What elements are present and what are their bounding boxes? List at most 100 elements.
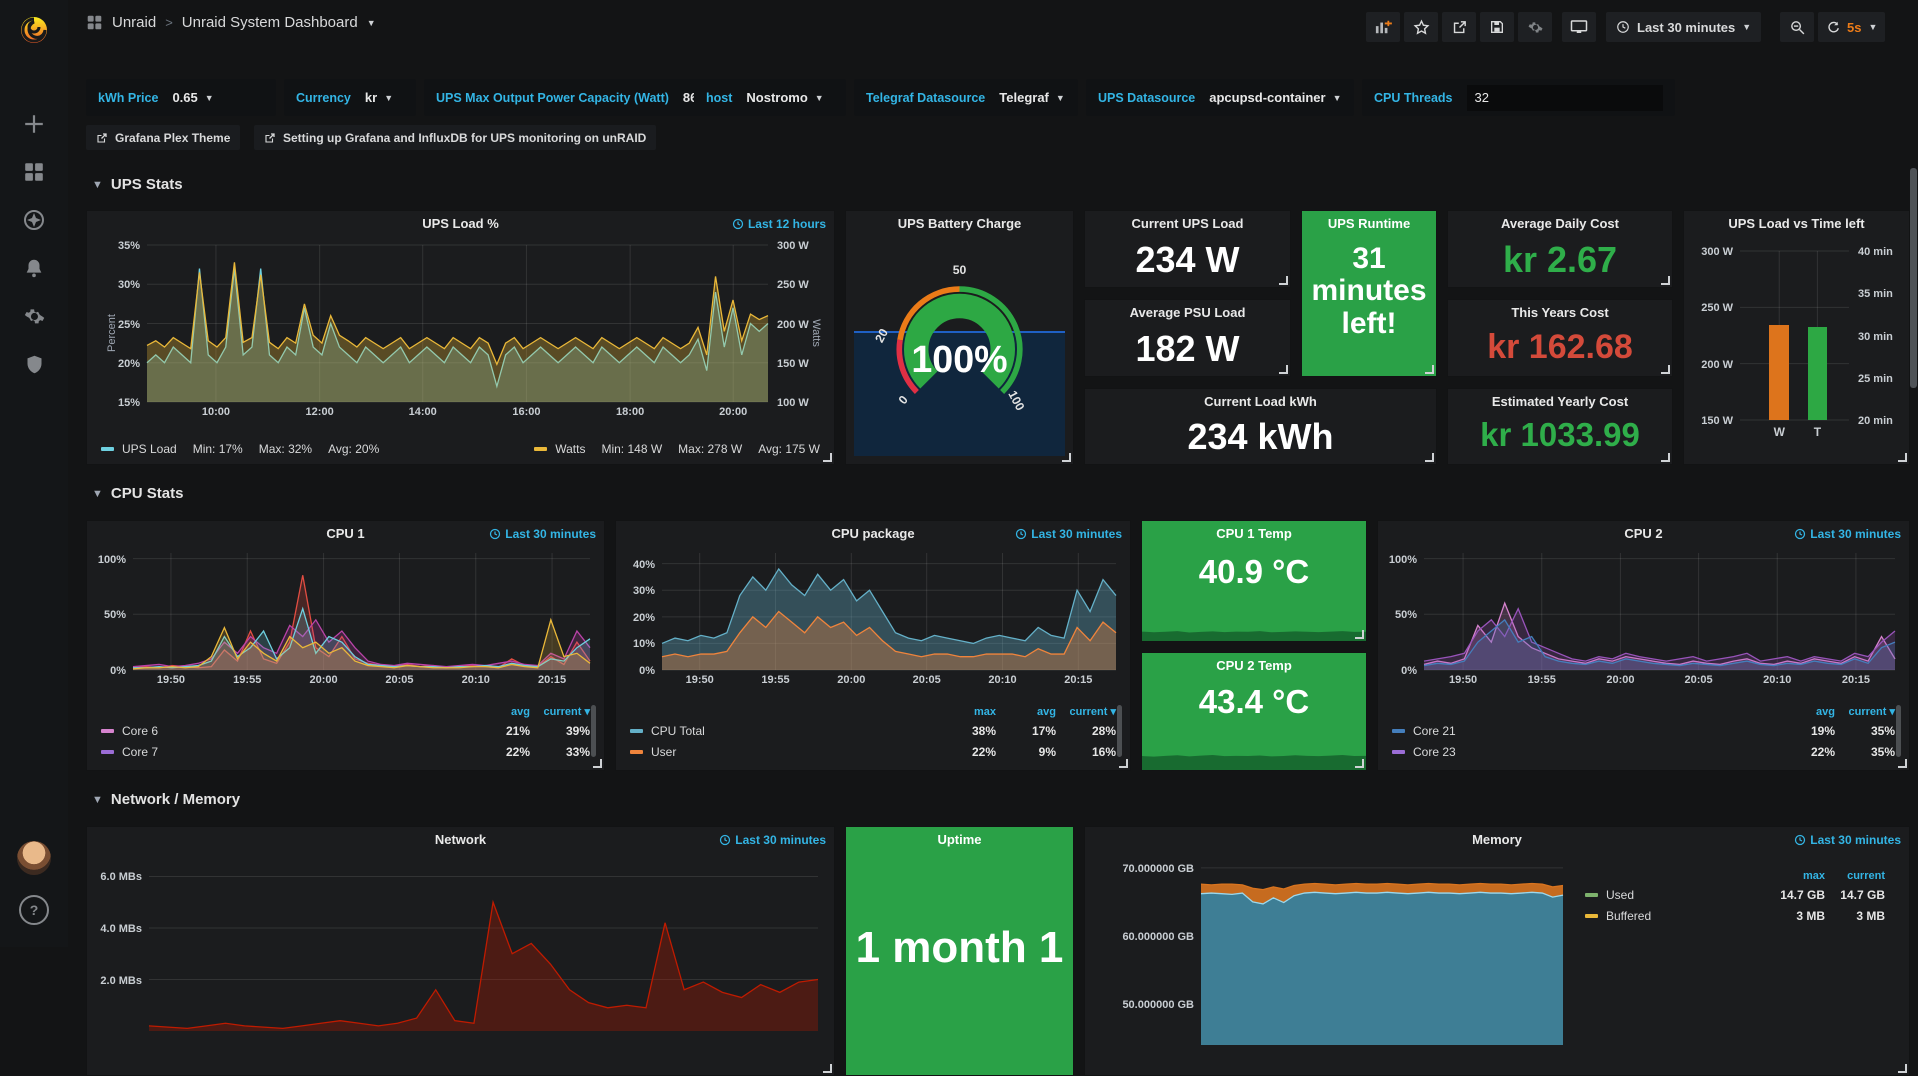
panel-resize-handle[interactable] — [1661, 453, 1670, 462]
variable-ups-max-output-power-capacity-watt-[interactable]: UPS Max Output Power Capacity (Watt)865▼ — [424, 79, 733, 116]
dashboards-icon[interactable] — [0, 152, 68, 192]
legend-header-avg[interactable]: avg — [996, 706, 1056, 718]
network-chart[interactable]: 2.0 MBs4.0 MBs6.0 MBs — [149, 861, 818, 1031]
panel-title[interactable]: Uptime — [846, 832, 1073, 847]
help-icon[interactable]: ? — [0, 890, 68, 930]
section-cpu-stats[interactable]: ▼CPU Stats — [92, 485, 183, 502]
legend-header-current[interactable]: current — [1825, 870, 1885, 882]
panel-resize-handle[interactable] — [1119, 759, 1128, 768]
server-admin-shield-icon[interactable] — [0, 344, 68, 384]
variable-ups-datasource[interactable]: UPS Datasourceapcupsd-container▼ — [1086, 79, 1354, 116]
legend-header-max[interactable]: max — [1765, 870, 1825, 882]
panel-time-range[interactable]: Last 12 hours — [732, 217, 826, 231]
grafana-logo-icon[interactable] — [0, 8, 68, 52]
ups-load-chart[interactable]: 15%20%25%30%35%100 W150 W200 W250 W300 W… — [147, 245, 768, 402]
panel-resize-handle[interactable] — [1355, 759, 1364, 768]
legend-header-avg[interactable]: avg — [1775, 706, 1835, 718]
variable-value[interactable]: kr▼ — [365, 90, 393, 105]
panel-title[interactable]: UPS Load % — [87, 216, 834, 231]
legend-item[interactable]: User22%9%16% — [630, 741, 1116, 762]
legend-item[interactable]: Core 2322%35% — [1392, 741, 1895, 762]
variable-value[interactable]: Telegraf▼ — [999, 90, 1065, 105]
panel-resize-handle[interactable] — [1661, 365, 1670, 374]
legend-header-avg[interactable]: avg — [470, 706, 530, 718]
time-range-picker[interactable]: Last 30 minutes ▼ — [1606, 12, 1761, 42]
legend-item[interactable]: Core 621%39% — [101, 720, 590, 741]
variable-host[interactable]: hostNostromo▼ — [694, 79, 846, 116]
panel-resize-handle[interactable] — [1898, 1064, 1907, 1073]
panel-title[interactable]: Current Load kWh — [1085, 394, 1436, 409]
legend-header-current[interactable]: current ▾ — [1056, 705, 1116, 718]
cycle-view-monitor-button[interactable] — [1562, 12, 1596, 42]
panel-time-range[interactable]: Last 30 minutes — [1794, 833, 1901, 847]
save-button[interactable] — [1480, 12, 1514, 42]
dashboard-link[interactable]: Setting up Grafana and InfluxDB for UPS … — [254, 125, 656, 150]
panel-resize-handle[interactable] — [1355, 630, 1364, 639]
panel-resize-handle[interactable] — [823, 453, 832, 462]
legend-scrollbar[interactable] — [591, 705, 596, 757]
section-ups-stats[interactable]: ▼UPS Stats — [92, 176, 183, 193]
panel-resize-handle[interactable] — [593, 759, 602, 768]
variable-value[interactable]: apcupsd-container▼ — [1209, 90, 1341, 105]
page-scrollbar[interactable] — [1910, 168, 1917, 388]
panel-resize-handle[interactable] — [1898, 759, 1907, 768]
panel-title[interactable]: This Years Cost — [1448, 305, 1672, 320]
panel-time-range[interactable]: Last 30 minutes — [719, 833, 826, 847]
dashboard-link[interactable]: Grafana Plex Theme — [86, 125, 240, 150]
panel-title[interactable]: CPU 2 Temp — [1142, 658, 1366, 673]
alerting-bell-icon[interactable] — [0, 248, 68, 288]
panel-title[interactable]: Average Daily Cost — [1448, 216, 1672, 231]
star-button[interactable] — [1404, 12, 1438, 42]
explore-compass-icon[interactable] — [0, 200, 68, 240]
legend-item[interactable]: WattsMin: 148 WMax: 278 WAvg: 175 W — [534, 442, 820, 456]
cpu-package-chart[interactable]: 0%10%20%30%40%19:5019:5520:0020:0520:102… — [662, 553, 1116, 670]
cpu2-chart[interactable]: 0%50%100%19:5019:5520:0020:0520:1020:15 — [1424, 553, 1895, 670]
configuration-gear-icon[interactable] — [0, 296, 68, 336]
panel-title[interactable]: Average PSU Load — [1085, 305, 1290, 320]
panel-resize-handle[interactable] — [1425, 365, 1434, 374]
share-button[interactable] — [1442, 12, 1476, 42]
legend-header-current[interactable]: current ▾ — [530, 705, 590, 718]
panel-title[interactable]: UPS Runtime — [1302, 216, 1436, 231]
panel-time-range[interactable]: Last 30 minutes — [1015, 527, 1122, 541]
legend-item[interactable]: Used14.7 GB14.7 GB — [1585, 884, 1885, 905]
cpu1-chart[interactable]: 0%50%100%19:5019:5520:0020:0520:1020:15 — [133, 553, 590, 670]
legend-header-current[interactable]: current ▾ — [1835, 705, 1895, 718]
settings-gear-button[interactable] — [1518, 12, 1552, 42]
breadcrumb-folder[interactable]: Unraid — [112, 14, 156, 31]
variable-value[interactable]: 0.65▼ — [172, 90, 213, 105]
legend-scrollbar[interactable] — [1117, 705, 1122, 757]
panel-title[interactable]: Memory — [1085, 832, 1909, 847]
zoom-out-button[interactable] — [1780, 12, 1814, 42]
memory-chart[interactable]: 50.000000 GB60.000000 GB70.000000 GB — [1201, 861, 1563, 1045]
dashboard-dropdown-caret[interactable]: ▼ — [367, 18, 376, 28]
panel-title[interactable]: UPS Battery Charge — [846, 216, 1073, 231]
panel-title[interactable]: Current UPS Load — [1085, 216, 1290, 231]
variable-value[interactable]: Nostromo▼ — [746, 90, 823, 105]
variable-currency[interactable]: Currencykr▼ — [284, 79, 416, 116]
legend-scrollbar[interactable] — [1896, 705, 1901, 757]
legend-header-max[interactable]: max — [936, 706, 996, 718]
panel-time-range[interactable]: Last 30 minutes — [1794, 527, 1901, 541]
panel-resize-handle[interactable] — [1898, 453, 1907, 462]
panel-resize-handle[interactable] — [1661, 276, 1670, 285]
legend-item[interactable]: UPS LoadMin: 17%Max: 32%Avg: 20% — [101, 442, 379, 456]
panel-resize-handle[interactable] — [1279, 365, 1288, 374]
refresh-picker[interactable]: 5s ▼ — [1818, 12, 1885, 42]
variable-telegraf-datasource[interactable]: Telegraf DatasourceTelegraf▼ — [854, 79, 1078, 116]
variable-cpu-threads[interactable]: CPU Threads — [1362, 79, 1675, 116]
variable-kwh-price[interactable]: kWh Price0.65▼ — [86, 79, 276, 116]
user-avatar[interactable] — [0, 838, 68, 878]
page-title[interactable]: Unraid System Dashboard — [182, 14, 358, 31]
panel-title[interactable]: CPU 1 Temp — [1142, 526, 1366, 541]
panel-resize-handle[interactable] — [1279, 276, 1288, 285]
panel-resize-handle[interactable] — [1062, 453, 1071, 462]
panel-title[interactable]: Estimated Yearly Cost — [1448, 394, 1672, 409]
legend-item[interactable]: Core 2119%35% — [1392, 720, 1895, 741]
add-panel-button[interactable] — [1366, 12, 1400, 42]
section-network-memory[interactable]: ▼Network / Memory — [92, 791, 240, 808]
panel-resize-handle[interactable] — [1425, 453, 1434, 462]
variable-input[interactable] — [1467, 85, 1663, 111]
legend-item[interactable]: CPU Total38%17%28% — [630, 720, 1116, 741]
legend-item[interactable]: Core 722%33% — [101, 741, 590, 762]
